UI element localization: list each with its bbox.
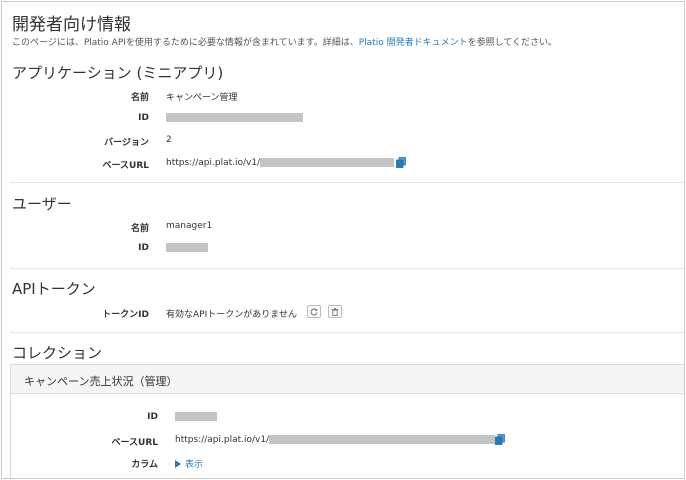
intro-text: このページには、Platio APIを使用するために必要な情報が含まれています。… — [12, 35, 557, 48]
app-base-url-copy-icon[interactable] — [396, 157, 406, 168]
collection-id-redacted — [175, 412, 217, 421]
collection-panel-header: キャンペーン売上状況（管理） — [11, 365, 684, 394]
column-show-toggle[interactable]: 表示 — [175, 457, 203, 470]
caret-right-icon — [175, 460, 181, 468]
column-show-toggle-label: 表示 — [185, 460, 204, 470]
collection-base-url-prefix: https://api.plat.io/v1/ — [175, 435, 270, 445]
developer-docs-link[interactable]: Platio 開発者ドキュメント — [359, 38, 468, 48]
developer-info-window: 開発者向け情報 このページには、Platio APIを使用するために必要な情報が… — [1, 1, 685, 479]
app-version-label: バージョン — [104, 138, 149, 148]
intro-text-before: このページには、Platio APIを使用するために必要な情報が含まれています。… — [12, 38, 359, 48]
divider — [10, 268, 684, 269]
delete-token-button[interactable] — [328, 305, 342, 318]
app-name-label: 名前 — [130, 93, 149, 103]
collection-column-label: カラム — [131, 460, 158, 470]
refresh-icon — [310, 308, 318, 316]
divider — [10, 182, 684, 183]
collection-base-url-copy-icon[interactable] — [495, 434, 505, 445]
collection-base-url-redacted — [269, 435, 496, 444]
collection-base-url-value: https://api.plat.io/v1/ — [175, 435, 496, 445]
app-id-redacted — [166, 113, 303, 122]
collection-id-label: ID — [147, 412, 158, 422]
app-base-url-value: https://api.plat.io/v1/ — [166, 158, 395, 168]
trash-icon — [331, 308, 339, 316]
collection-id-value — [175, 412, 217, 422]
app-base-url-prefix: https://api.plat.io/v1/ — [166, 158, 261, 168]
user-id-value — [166, 243, 208, 253]
app-base-url-redacted — [260, 158, 395, 167]
token-id-value: 有効なAPIトークンがありません — [166, 310, 297, 320]
regenerate-token-button[interactable] — [307, 305, 321, 318]
user-id-redacted — [166, 243, 208, 252]
collection-panel: キャンペーン売上状況（管理） ID ベースURL https://api.pla… — [10, 364, 684, 478]
page-title: 開発者向け情報 — [12, 15, 131, 35]
user-name-value: manager1 — [166, 221, 213, 231]
user-section-title: ユーザー — [12, 195, 72, 213]
app-id-value — [166, 113, 303, 123]
app-version-value: 2 — [166, 135, 172, 145]
collection-base-url-label: ベースURL — [111, 438, 158, 448]
app-name-value: キャンペーン管理 — [166, 93, 238, 103]
app-base-url-label: ベースURL — [102, 161, 149, 171]
user-name-label: 名前 — [130, 224, 149, 234]
application-section-title: アプリケーション (ミニアプリ) — [12, 64, 224, 82]
collection-section-title: コレクション — [12, 344, 103, 362]
user-id-label: ID — [138, 243, 149, 253]
intro-text-after: を参照してください。 — [467, 38, 558, 48]
app-id-label: ID — [138, 113, 149, 123]
divider — [10, 332, 684, 333]
token-id-label: トークンID — [102, 310, 149, 320]
api-token-section-title: APIトークン — [12, 280, 96, 298]
collection-panel-title: キャンペーン売上状況（管理） — [24, 375, 178, 388]
